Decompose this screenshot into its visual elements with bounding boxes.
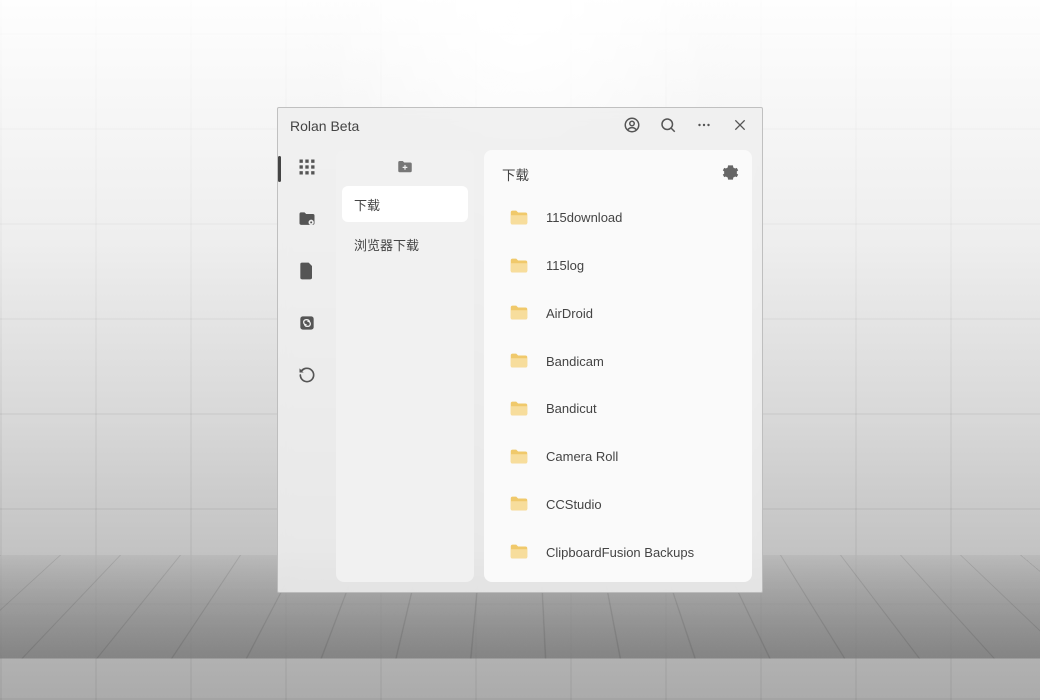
category-item-0[interactable]: 下载 (342, 186, 468, 222)
folder-icon (508, 398, 530, 420)
list-item[interactable]: Camera Roll (498, 433, 746, 481)
content-title: 下载 (502, 164, 718, 184)
folder-icon (508, 446, 530, 468)
folder-icon (508, 302, 530, 324)
app-window: Rolan Beta (277, 107, 763, 593)
titlebar: Rolan Beta (278, 108, 762, 144)
add-category-button[interactable] (342, 156, 468, 182)
gear-icon (722, 164, 739, 184)
clock-icon (297, 365, 317, 390)
close-button[interactable] (726, 112, 754, 140)
folder-list: 115download 115log AirDroid (498, 194, 746, 576)
content-header: 下载 (498, 160, 746, 188)
more-icon (695, 116, 713, 137)
add-folder-icon (396, 158, 414, 181)
link-icon (297, 313, 317, 338)
list-item[interactable]: AirDroid (498, 290, 746, 338)
list-item[interactable]: Bandicut (498, 385, 746, 433)
rail-apps[interactable] (288, 152, 326, 186)
folder-name: ClipboardFusion Backups (546, 545, 694, 560)
list-item[interactable]: 115log (498, 242, 746, 290)
list-item[interactable]: 115download (498, 194, 746, 242)
account-button[interactable] (618, 112, 646, 140)
account-icon (623, 116, 641, 137)
folder-name: 115log (546, 258, 584, 273)
folder-icon (508, 350, 530, 372)
panel-settings-button[interactable] (718, 162, 742, 186)
rail-pinned[interactable] (288, 204, 326, 238)
folder-name: CCStudio (546, 497, 602, 512)
window-title: Rolan Beta (290, 118, 618, 134)
rail-files[interactable] (288, 256, 326, 290)
category-label: 下载 (354, 195, 380, 214)
list-item[interactable]: CCStudio (498, 481, 746, 529)
file-icon (297, 261, 317, 286)
icon-rail (278, 144, 336, 592)
content-panel: 下载 115download (484, 150, 752, 582)
list-item[interactable]: ClipboardFusion Backups (498, 528, 746, 576)
close-icon (732, 117, 748, 136)
folder-icon (508, 255, 530, 277)
search-icon (659, 116, 677, 137)
window-body: 下载 浏览器下载 下载 (278, 144, 762, 592)
category-item-1[interactable]: 浏览器下载 (342, 226, 468, 262)
category-label: 浏览器下载 (354, 235, 419, 254)
folder-name: Bandicut (546, 401, 597, 416)
rail-links[interactable] (288, 308, 326, 342)
folder-icon (508, 541, 530, 563)
search-button[interactable] (654, 112, 682, 140)
apps-grid-icon (297, 157, 317, 182)
pinned-folder-icon (297, 209, 317, 234)
folder-name: Bandicam (546, 354, 604, 369)
list-item[interactable]: Bandicam (498, 337, 746, 385)
folder-name: 115download (546, 210, 622, 225)
titlebar-controls (618, 112, 754, 140)
folder-icon (508, 493, 530, 515)
more-button[interactable] (690, 112, 718, 140)
rail-history[interactable] (288, 360, 326, 394)
folder-name: AirDroid (546, 306, 593, 321)
folder-name: Camera Roll (546, 449, 618, 464)
folder-icon (508, 207, 530, 229)
category-panel: 下载 浏览器下载 (336, 150, 474, 582)
